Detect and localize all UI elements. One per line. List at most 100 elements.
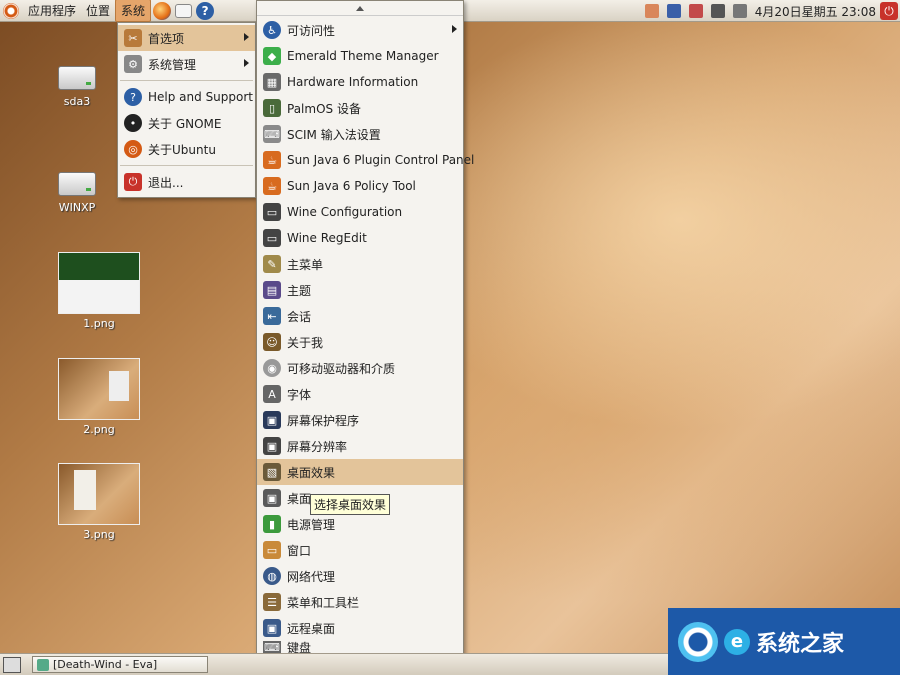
menu-item-label: 退出...: [148, 175, 184, 190]
remote-desktop-icon: ▣: [263, 619, 281, 637]
desktop-icon-1png[interactable]: 1.png: [55, 252, 143, 330]
desktop-icon-label: 1.png: [83, 317, 115, 330]
menu-item-label: 菜单和工具栏: [287, 595, 360, 610]
scroll-up-button[interactable]: [257, 1, 463, 16]
menu-item-about-ubuntu[interactable]: ◎ 关于Ubuntu: [118, 136, 255, 162]
menu-item-hardware-info[interactable]: ▦ Hardware Information: [257, 69, 463, 95]
menu-item-label: SCIM 输入法设置: [287, 127, 381, 142]
person-icon: ☺: [263, 333, 281, 351]
menu-item-label: 网络代理: [287, 569, 336, 584]
menu-item-screensaver[interactable]: ▣ 屏幕保护程序: [257, 407, 463, 433]
menu-item-desktop-effects[interactable]: ▧ 桌面效果: [257, 459, 463, 485]
menu-item-remote-desktop[interactable]: ▣ 远程桌面: [257, 615, 463, 641]
gnome-foot-icon: •: [124, 114, 142, 132]
menu-item-network-proxy[interactable]: ◍ 网络代理: [257, 563, 463, 589]
menu-item-label: 首选项: [148, 31, 185, 46]
menu-item-label: Help and Support: [148, 90, 253, 104]
desktop-icon-sda3[interactable]: sda3: [45, 66, 109, 108]
desktop-icon-winxp[interactable]: WINXP: [45, 172, 109, 214]
system-menu: ✂ 首选项 ⚙ 系统管理 ? Help and Support • 关于 GNO…: [117, 22, 256, 198]
menu-item-label: 远程桌面: [287, 621, 336, 636]
menu-item-help[interactable]: ? Help and Support: [118, 84, 255, 110]
power-icon[interactable]: ⏻: [880, 2, 898, 20]
watermark-e-icon: e: [724, 628, 750, 655]
menu-item-accessibility[interactable]: ♿ 可访问性: [257, 17, 463, 43]
menu-item-java-policy[interactable]: ☕ Sun Java 6 Policy Tool: [257, 173, 463, 199]
ubuntu-logo-icon[interactable]: [3, 2, 19, 19]
menu-item-label: 桌面: [287, 491, 312, 506]
menu-item-theme[interactable]: ▤ 主题: [257, 277, 463, 303]
image-thumbnail: [58, 463, 140, 525]
session-icon: ⇤: [263, 307, 281, 325]
menu-item-fonts[interactable]: A 字体: [257, 381, 463, 407]
menu-item-wine-regedit[interactable]: ▭ Wine RegEdit: [257, 225, 463, 251]
cdrom-icon: ◉: [263, 359, 281, 377]
power-icon: ⏻: [124, 173, 142, 191]
help-icon: ?: [124, 88, 142, 106]
menu-item-session[interactable]: ⇤ 会话: [257, 303, 463, 329]
desktop-icon-3png[interactable]: 3.png: [55, 463, 143, 541]
show-desktop-icon[interactable]: [3, 657, 21, 673]
desktop-icon-label: 2.png: [83, 423, 115, 436]
menu-item-resolution[interactable]: ▣ 屏幕分辨率: [257, 433, 463, 459]
watermark-logo-icon: [678, 621, 718, 662]
tools-icon: ✂: [124, 29, 142, 47]
window-icon: ▭: [263, 541, 281, 559]
emerald-gem-icon: ◆: [263, 47, 281, 65]
menu-system[interactable]: 系统: [115, 0, 152, 22]
mail-icon[interactable]: [175, 3, 193, 18]
menu-item-wine-config[interactable]: ▭ Wine Configuration: [257, 199, 463, 225]
preferences-menu: ♿ 可访问性 ◆ Emerald Theme Manager ▦ Hardwar…: [256, 0, 474, 675]
java-cup-icon: ☕: [263, 177, 281, 195]
menu-item-label: 可移动驱动器和介质: [287, 361, 396, 376]
submenu-arrow-icon: [452, 25, 457, 33]
taskbar-button[interactable]: [Death-Wind - Eva]: [32, 656, 208, 673]
menu-item-administration[interactable]: ⚙ 系统管理: [118, 51, 255, 77]
menu-applications[interactable]: 应用程序: [23, 0, 81, 21]
menu-item-removable-media[interactable]: ◉ 可移动驱动器和介质: [257, 355, 463, 381]
user-icon[interactable]: [644, 4, 659, 18]
menu-item-keyboard[interactable]: ⌨ 键盘: [257, 641, 463, 653]
menu-item-label: 电源管理: [287, 517, 336, 532]
menu-item-preferences[interactable]: ✂ 首选项: [118, 25, 255, 51]
menu-item-windows[interactable]: ▭ 窗口: [257, 537, 463, 563]
keyboard-icon[interactable]: [688, 4, 703, 18]
menu-item-about-me[interactable]: ☺ 关于我: [257, 329, 463, 355]
menu-item-main-menu[interactable]: ✎ 主菜单: [257, 251, 463, 277]
window-icon: ▭: [263, 203, 281, 221]
desktop-icon: ▣: [263, 489, 281, 507]
desktop-effects-icon: ▧: [263, 463, 281, 481]
chip-icon: ▦: [263, 73, 281, 91]
menu-item-label: 屏幕保护程序: [287, 413, 360, 428]
menu-item-label: 屏幕分辨率: [287, 439, 348, 454]
theme-icon: ▤: [263, 281, 281, 299]
menu-separator: [120, 80, 253, 81]
clock[interactable]: 4月20日星期五 23:08: [755, 3, 876, 20]
menu-item-emerald[interactable]: ◆ Emerald Theme Manager: [257, 43, 463, 69]
menu-item-palmos[interactable]: ▯ PalmOS 设备: [257, 95, 463, 121]
menu-item-label: 窗口: [287, 543, 312, 558]
menu-item-label: 主题: [287, 283, 312, 298]
firefox-icon[interactable]: [153, 1, 172, 20]
system-tray: 4月20日星期五 23:08 ⏻: [641, 0, 900, 22]
accessibility-icon: ♿: [263, 21, 281, 39]
help-icon[interactable]: ?: [196, 1, 215, 20]
monitor-icon[interactable]: [710, 4, 725, 18]
menu-item-menus-toolbars[interactable]: ☰ 菜单和工具栏: [257, 589, 463, 615]
menu-item-label: 键盘: [287, 641, 312, 653]
menu-item-label: Wine RegEdit: [287, 231, 367, 245]
monitor-icon: ▣: [263, 437, 281, 455]
menu-item-quit[interactable]: ⏻ 退出...: [118, 169, 255, 195]
menu-item-java-plugin[interactable]: ☕ Sun Java 6 Plugin Control Panel: [257, 147, 474, 173]
watermark-text: 系统之家: [756, 631, 845, 657]
menu-item-label: 关于 GNOME: [148, 116, 222, 131]
menu-item-scim[interactable]: ⌨ SCIM 输入法设置: [257, 121, 463, 147]
desktop-icon-2png[interactable]: 2.png: [55, 358, 143, 436]
volume-icon[interactable]: [732, 4, 747, 18]
network-icon[interactable]: [666, 4, 681, 18]
submenu-arrow-icon: [244, 59, 249, 67]
menu-item-label: 字体: [287, 387, 312, 402]
menu-places[interactable]: 位置: [81, 0, 115, 21]
taskbar-button-label: [Death-Wind - Eva]: [53, 658, 158, 671]
menu-item-about-gnome[interactable]: • 关于 GNOME: [118, 110, 255, 136]
